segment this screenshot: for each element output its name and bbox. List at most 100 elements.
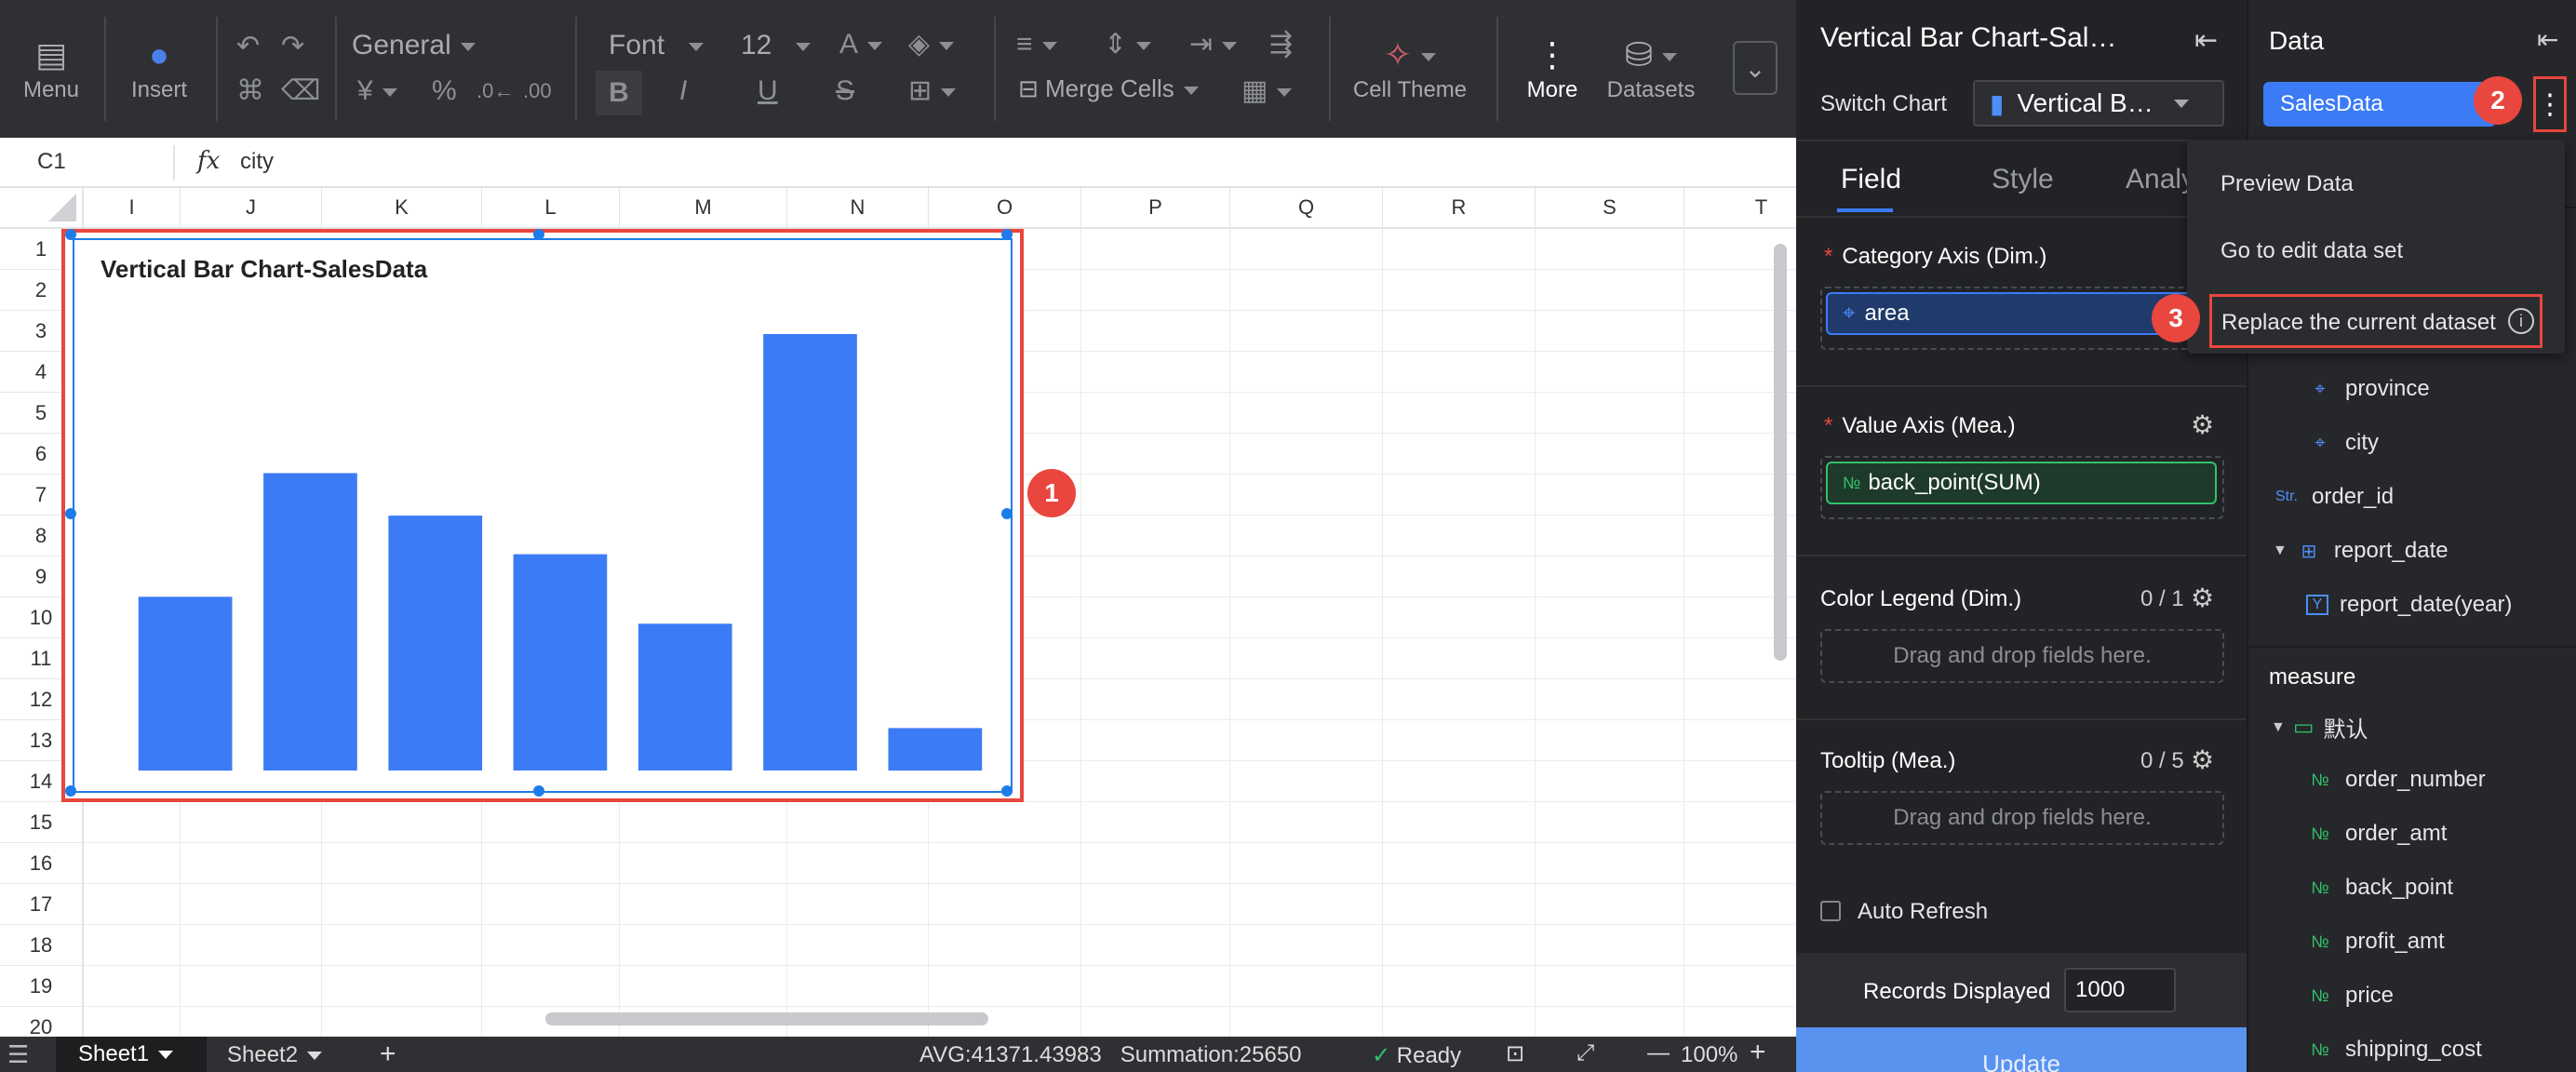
chart-bar[interactable]	[388, 516, 483, 770]
row-header[interactable]: 16	[0, 843, 84, 884]
menu-item-replace-dataset[interactable]: Replace the current dataset i	[2209, 294, 2542, 348]
column-header[interactable]: Q	[1230, 188, 1383, 229]
row-header[interactable]: 17	[0, 884, 84, 925]
color-legend-dropzone[interactable]: Drag and drop fields here.	[1820, 629, 2224, 683]
column-header[interactable]: P	[1081, 188, 1230, 229]
resize-handle[interactable]	[65, 229, 76, 240]
menu-item-edit-dataset[interactable]: Go to edit data set	[2220, 238, 2403, 264]
tab-style[interactable]: Style	[1992, 164, 2054, 195]
fullscreen-icon[interactable]: ⤢	[1576, 1040, 1594, 1066]
format-painter-icon[interactable]: ⌘	[236, 74, 264, 108]
resize-handle[interactable]	[1001, 785, 1013, 797]
currency-icon[interactable]: ¥	[357, 74, 397, 108]
value-field-pill[interactable]: № back_point(SUM)	[1826, 462, 2217, 504]
cell-theme-button[interactable]: ✧ Cell Theme	[1340, 28, 1480, 112]
column-header[interactable]: J	[181, 188, 322, 229]
bold-icon[interactable]: B	[596, 71, 642, 115]
add-sheet-icon[interactable]: +	[380, 1038, 396, 1070]
color-legend-settings-icon[interactable]: ⚙	[2191, 583, 2214, 613]
sheet-tab-1[interactable]: Sheet1	[56, 1037, 207, 1072]
measure-folder[interactable]: ▼ ▭ 默认	[2271, 711, 2368, 744]
dimension-field-item[interactable]: ⌖ province	[2306, 376, 2429, 402]
font-size-select[interactable]: 12	[741, 30, 812, 61]
dimension-field-item[interactable]: ▼ ⊞ report_date	[2273, 538, 2449, 564]
chart-bar[interactable]	[888, 728, 983, 771]
conditional-format-icon[interactable]: ▦	[1241, 74, 1293, 108]
column-header[interactable]: T	[1684, 188, 1796, 229]
zoom-out-icon[interactable]: —	[1647, 1040, 1670, 1066]
update-button[interactable]: Update	[1796, 1027, 2247, 1072]
measure-field-item[interactable]: № back_point	[2306, 875, 2453, 901]
chart-bar[interactable]	[513, 554, 608, 770]
tooltip-dropzone[interactable]: Drag and drop fields here.	[1820, 791, 2224, 845]
auto-refresh-checkbox[interactable]	[1820, 901, 1841, 921]
collapse-data-panel-icon[interactable]: ⇤	[2537, 24, 2558, 55]
indent-icon[interactable]: ⇶	[1269, 28, 1293, 61]
dimension-field-item[interactable]: Str. order_id	[2273, 484, 2394, 510]
redo-icon[interactable]: ↷	[281, 30, 304, 63]
fill-color-icon[interactable]: ◈	[908, 28, 955, 61]
resize-handle[interactable]	[533, 229, 544, 240]
chart-type-select[interactable]: ▮ Vertical B…	[1973, 80, 2224, 127]
measure-field-item[interactable]: № price	[2306, 983, 2394, 1009]
border-icon[interactable]: ⊞	[908, 74, 957, 108]
font-select[interactable]: Font	[609, 30, 704, 61]
more-button[interactable]: ⋮ More	[1508, 28, 1597, 112]
italic-icon[interactable]: I	[679, 74, 687, 108]
number-format-select[interactable]: General	[352, 30, 476, 61]
vertical-align-icon[interactable]: ⇕	[1104, 28, 1152, 61]
column-header[interactable]: M	[620, 188, 787, 229]
undo-icon[interactable]: ↶	[236, 30, 260, 63]
increase-decimal-icon[interactable]: .00	[523, 74, 552, 108]
value-axis-settings-icon[interactable]: ⚙	[2191, 409, 2214, 440]
resize-handle[interactable]	[65, 785, 76, 797]
select-all-corner[interactable]	[0, 188, 84, 229]
row-header[interactable]: 20	[0, 1007, 84, 1037]
formula-input[interactable]: city	[240, 149, 274, 175]
sheet-tab-2[interactable]: Sheet2	[227, 1042, 323, 1068]
dimension-field-item[interactable]: ⌖ city	[2306, 430, 2379, 456]
eraser-icon[interactable]: ⌫	[281, 74, 320, 108]
decrease-decimal-icon[interactable]: .0←	[476, 74, 514, 108]
dimension-field-item[interactable]: Yreport_date(year)	[2306, 592, 2512, 618]
chart-bar[interactable]	[637, 623, 732, 770]
chart-bar[interactable]	[138, 596, 233, 771]
underline-icon[interactable]: U	[758, 74, 778, 108]
resize-handle[interactable]	[533, 785, 544, 797]
align-left-icon[interactable]: ≡	[1016, 28, 1057, 61]
chart-bar[interactable]	[263, 473, 357, 770]
bar-chart[interactable]: Vertical Bar Chart-SalesData	[61, 229, 1024, 802]
column-header[interactable]: O	[929, 188, 1081, 229]
layout-icon[interactable]: ⊡	[1506, 1040, 1524, 1067]
column-header[interactable]: S	[1536, 188, 1684, 229]
row-header[interactable]: 19	[0, 966, 84, 1007]
merge-cells-button[interactable]: ⊟ Merge Cells	[1018, 74, 1199, 103]
column-header[interactable]: L	[482, 188, 620, 229]
measure-field-item[interactable]: № order_amt	[2306, 821, 2447, 847]
resize-handle[interactable]	[65, 508, 76, 519]
records-displayed-input[interactable]: 1000	[2064, 968, 2176, 1012]
column-header[interactable]: N	[787, 188, 929, 229]
percent-icon[interactable]: %	[432, 74, 457, 108]
tab-analysis[interactable]: Analy	[2126, 164, 2195, 195]
dataset-more-button[interactable]: ⋮	[2533, 76, 2567, 132]
measure-field-item[interactable]: № shipping_cost	[2306, 1037, 2481, 1063]
cell-reference[interactable]: C1	[37, 149, 66, 175]
font-color-icon[interactable]: A	[839, 28, 883, 61]
dataset-select[interactable]: SalesData	[2263, 82, 2496, 127]
measure-field-item[interactable]: № order_number	[2306, 767, 2485, 793]
insert-button[interactable]: ● Insert	[117, 28, 201, 112]
menu-button[interactable]: ▤ Menu	[9, 28, 93, 112]
collapse-panel-icon[interactable]: ⇤	[2194, 24, 2218, 57]
text-direction-icon[interactable]: ⇥	[1189, 28, 1238, 61]
zoom-in-icon[interactable]: +	[1750, 1037, 1766, 1068]
column-header[interactable]: K	[322, 188, 482, 229]
tooltip-settings-icon[interactable]: ⚙	[2191, 744, 2214, 775]
datasets-button[interactable]: ⛁ Datasets	[1597, 28, 1705, 112]
sheet-list-icon[interactable]: ☰	[7, 1040, 29, 1069]
column-header[interactable]: I	[84, 188, 181, 229]
measure-field-item[interactable]: № profit_amt	[2306, 929, 2444, 955]
vertical-scrollbar[interactable]	[1774, 244, 1787, 661]
collapse-toolbar-button[interactable]: ⌄	[1733, 41, 1778, 95]
row-header[interactable]: 18	[0, 925, 84, 966]
